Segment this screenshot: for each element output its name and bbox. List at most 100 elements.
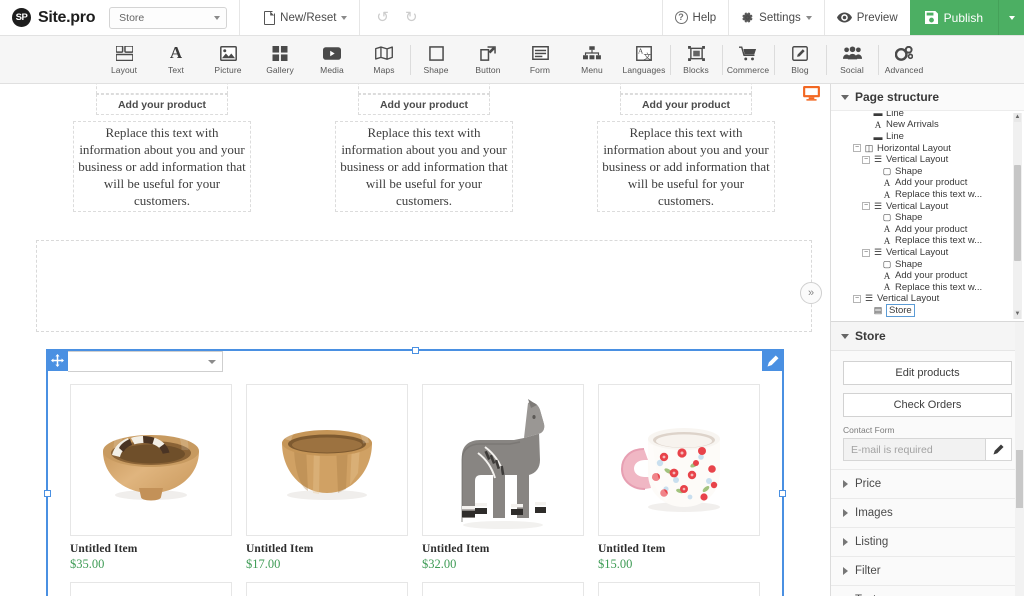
product-card[interactable] — [598, 582, 760, 596]
contact-form-input[interactable]: E-mail is required — [843, 438, 985, 461]
tree-node[interactable]: AReplace this text w... — [835, 282, 1010, 294]
tree-node[interactable]: AReplace this text w... — [835, 235, 1010, 247]
tool-commerce[interactable]: Commerce — [722, 36, 774, 84]
new-reset-button[interactable]: New/Reset — [252, 0, 359, 35]
tree-toggle-icon[interactable]: − — [862, 249, 870, 257]
help-button[interactable]: ? Help — [663, 0, 729, 35]
empty-section-placeholder[interactable] — [36, 240, 812, 332]
tool-shape[interactable]: Shape — [410, 36, 462, 84]
site-selector[interactable]: Store — [109, 7, 227, 29]
collapse-panel-button[interactable]: » — [800, 282, 822, 304]
product-card[interactable]: Untitled Item $17.00 — [246, 384, 408, 572]
column-3[interactable]: Add your product Replace this text with … — [560, 94, 812, 222]
resize-handle-left[interactable] — [44, 490, 51, 497]
undo-icon[interactable]: ↺ — [376, 10, 389, 25]
contact-form-edit-button[interactable] — [985, 438, 1012, 461]
tree-toggle-icon[interactable]: − — [862, 202, 870, 210]
product-image[interactable] — [70, 582, 232, 596]
product-card[interactable]: Untitled Item $32.00 — [422, 384, 584, 572]
shape-placeholder[interactable] — [620, 84, 752, 94]
store-section-header[interactable]: Store — [831, 322, 1024, 351]
tree-node[interactable]: ▬Line — [835, 110, 1010, 119]
shape-placeholder[interactable] — [96, 84, 228, 94]
right-panel-scrollbar[interactable] — [1015, 322, 1024, 596]
tree-node[interactable]: ▬Line — [835, 131, 1010, 143]
tool-text[interactable]: A Text — [150, 36, 202, 84]
product-image[interactable] — [246, 384, 408, 536]
settings-button[interactable]: Settings — [729, 0, 824, 35]
replace-text-1[interactable]: Replace this text with information about… — [73, 121, 251, 212]
tree-node[interactable]: −☰Vertical Layout — [835, 200, 1010, 212]
tool-picture[interactable]: Picture — [202, 36, 254, 84]
tree-node[interactable]: AAdd your product — [835, 270, 1010, 282]
publish-dropdown-button[interactable] — [998, 0, 1024, 35]
tool-media[interactable]: Media — [306, 36, 358, 84]
shape-placeholder[interactable] — [358, 84, 490, 94]
page-structure-tree[interactable]: −◫Horizontal Layout▬LineANew Arrivals▬Li… — [831, 110, 1024, 322]
right-panel-scroll-thumb[interactable] — [1016, 450, 1023, 508]
preview-button[interactable]: Preview — [825, 0, 910, 35]
tree-toggle-icon[interactable]: − — [853, 144, 861, 152]
publish-button[interactable]: Publish — [910, 0, 998, 35]
add-product-label-3[interactable]: Add your product — [620, 94, 752, 115]
store-widget-selected[interactable]: Untitled Item $35.00 — [46, 349, 784, 596]
tool-blocks[interactable]: Blocks — [670, 36, 722, 84]
replace-text-2[interactable]: Replace this text with information about… — [335, 121, 513, 212]
accordion-item-listing[interactable]: Listing — [831, 527, 1024, 556]
tree-node[interactable]: AAdd your product — [835, 177, 1010, 189]
tree-node[interactable]: ▢Shape — [835, 166, 1010, 178]
tool-button[interactable]: Button — [462, 36, 514, 84]
product-image[interactable] — [422, 384, 584, 536]
column-1[interactable]: Add your product Replace this text with … — [36, 94, 288, 222]
move-arrows-icon[interactable] — [47, 350, 68, 371]
tool-form[interactable]: Form — [514, 36, 566, 84]
tree-node[interactable]: −☰Vertical Layout — [835, 154, 1010, 166]
edit-widget-button[interactable] — [762, 350, 783, 371]
scroll-up-arrow[interactable]: ▲ — [1014, 113, 1021, 122]
page-structure-header[interactable]: Page structure — [831, 84, 1024, 110]
check-orders-button[interactable]: Check Orders — [843, 393, 1012, 417]
resize-handle-right[interactable] — [779, 490, 786, 497]
tree-node[interactable]: −☰Vertical Layout — [835, 247, 1010, 259]
tree-node[interactable]: AReplace this text w... — [835, 189, 1010, 201]
product-card[interactable] — [70, 582, 232, 596]
edit-products-button[interactable]: Edit products — [843, 361, 1012, 385]
product-image[interactable] — [246, 582, 408, 596]
accordion-item-images[interactable]: Images — [831, 498, 1024, 527]
tree-node[interactable]: −◫Horizontal Layout — [835, 142, 1010, 154]
product-card[interactable]: Untitled Item $15.00 — [598, 384, 760, 572]
accordion-item-text[interactable]: Text — [831, 585, 1024, 596]
scroll-down-arrow[interactable]: ▼ — [1014, 310, 1021, 319]
tool-blog[interactable]: Blog — [774, 36, 826, 84]
product-category-select[interactable] — [68, 351, 223, 372]
tool-social[interactable]: Social — [826, 36, 878, 84]
tool-advanced[interactable]: Advanced — [878, 36, 930, 84]
tree-node[interactable]: −☰Vertical Layout — [835, 293, 1010, 305]
tree-node[interactable]: ▢Shape — [835, 212, 1010, 224]
tool-languages[interactable]: A文 Languages — [618, 36, 670, 84]
tool-menu[interactable]: Menu — [566, 36, 618, 84]
replace-text-3[interactable]: Replace this text with information about… — [597, 121, 775, 212]
product-image[interactable] — [598, 582, 760, 596]
add-product-label-1[interactable]: Add your product — [96, 94, 228, 115]
product-card[interactable] — [422, 582, 584, 596]
tool-layout[interactable]: Layout — [98, 36, 150, 84]
tree-node[interactable]: AAdd your product — [835, 224, 1010, 236]
product-image[interactable] — [422, 582, 584, 596]
tree-scroll-thumb[interactable] — [1014, 165, 1021, 261]
page-canvas[interactable]: Add your product Replace this text with … — [0, 84, 830, 596]
tree-node[interactable]: ▢Shape — [835, 258, 1010, 270]
accordion-item-filter[interactable]: Filter — [831, 556, 1024, 585]
product-image[interactable] — [598, 384, 760, 536]
product-image[interactable] — [70, 384, 232, 536]
tree-node[interactable]: ANew Arrivals — [835, 119, 1010, 131]
accordion-item-price[interactable]: Price — [831, 469, 1024, 498]
redo-icon[interactable]: ↻ — [405, 10, 418, 25]
tree-toggle-icon[interactable]: − — [862, 156, 870, 164]
tool-maps[interactable]: Maps — [358, 36, 410, 84]
add-product-label-2[interactable]: Add your product — [358, 94, 490, 115]
tree-node[interactable]: ▤Store — [835, 305, 1010, 317]
column-2[interactable]: Add your product Replace this text with … — [298, 94, 550, 222]
tree-toggle-icon[interactable]: − — [853, 295, 861, 303]
product-card[interactable] — [246, 582, 408, 596]
